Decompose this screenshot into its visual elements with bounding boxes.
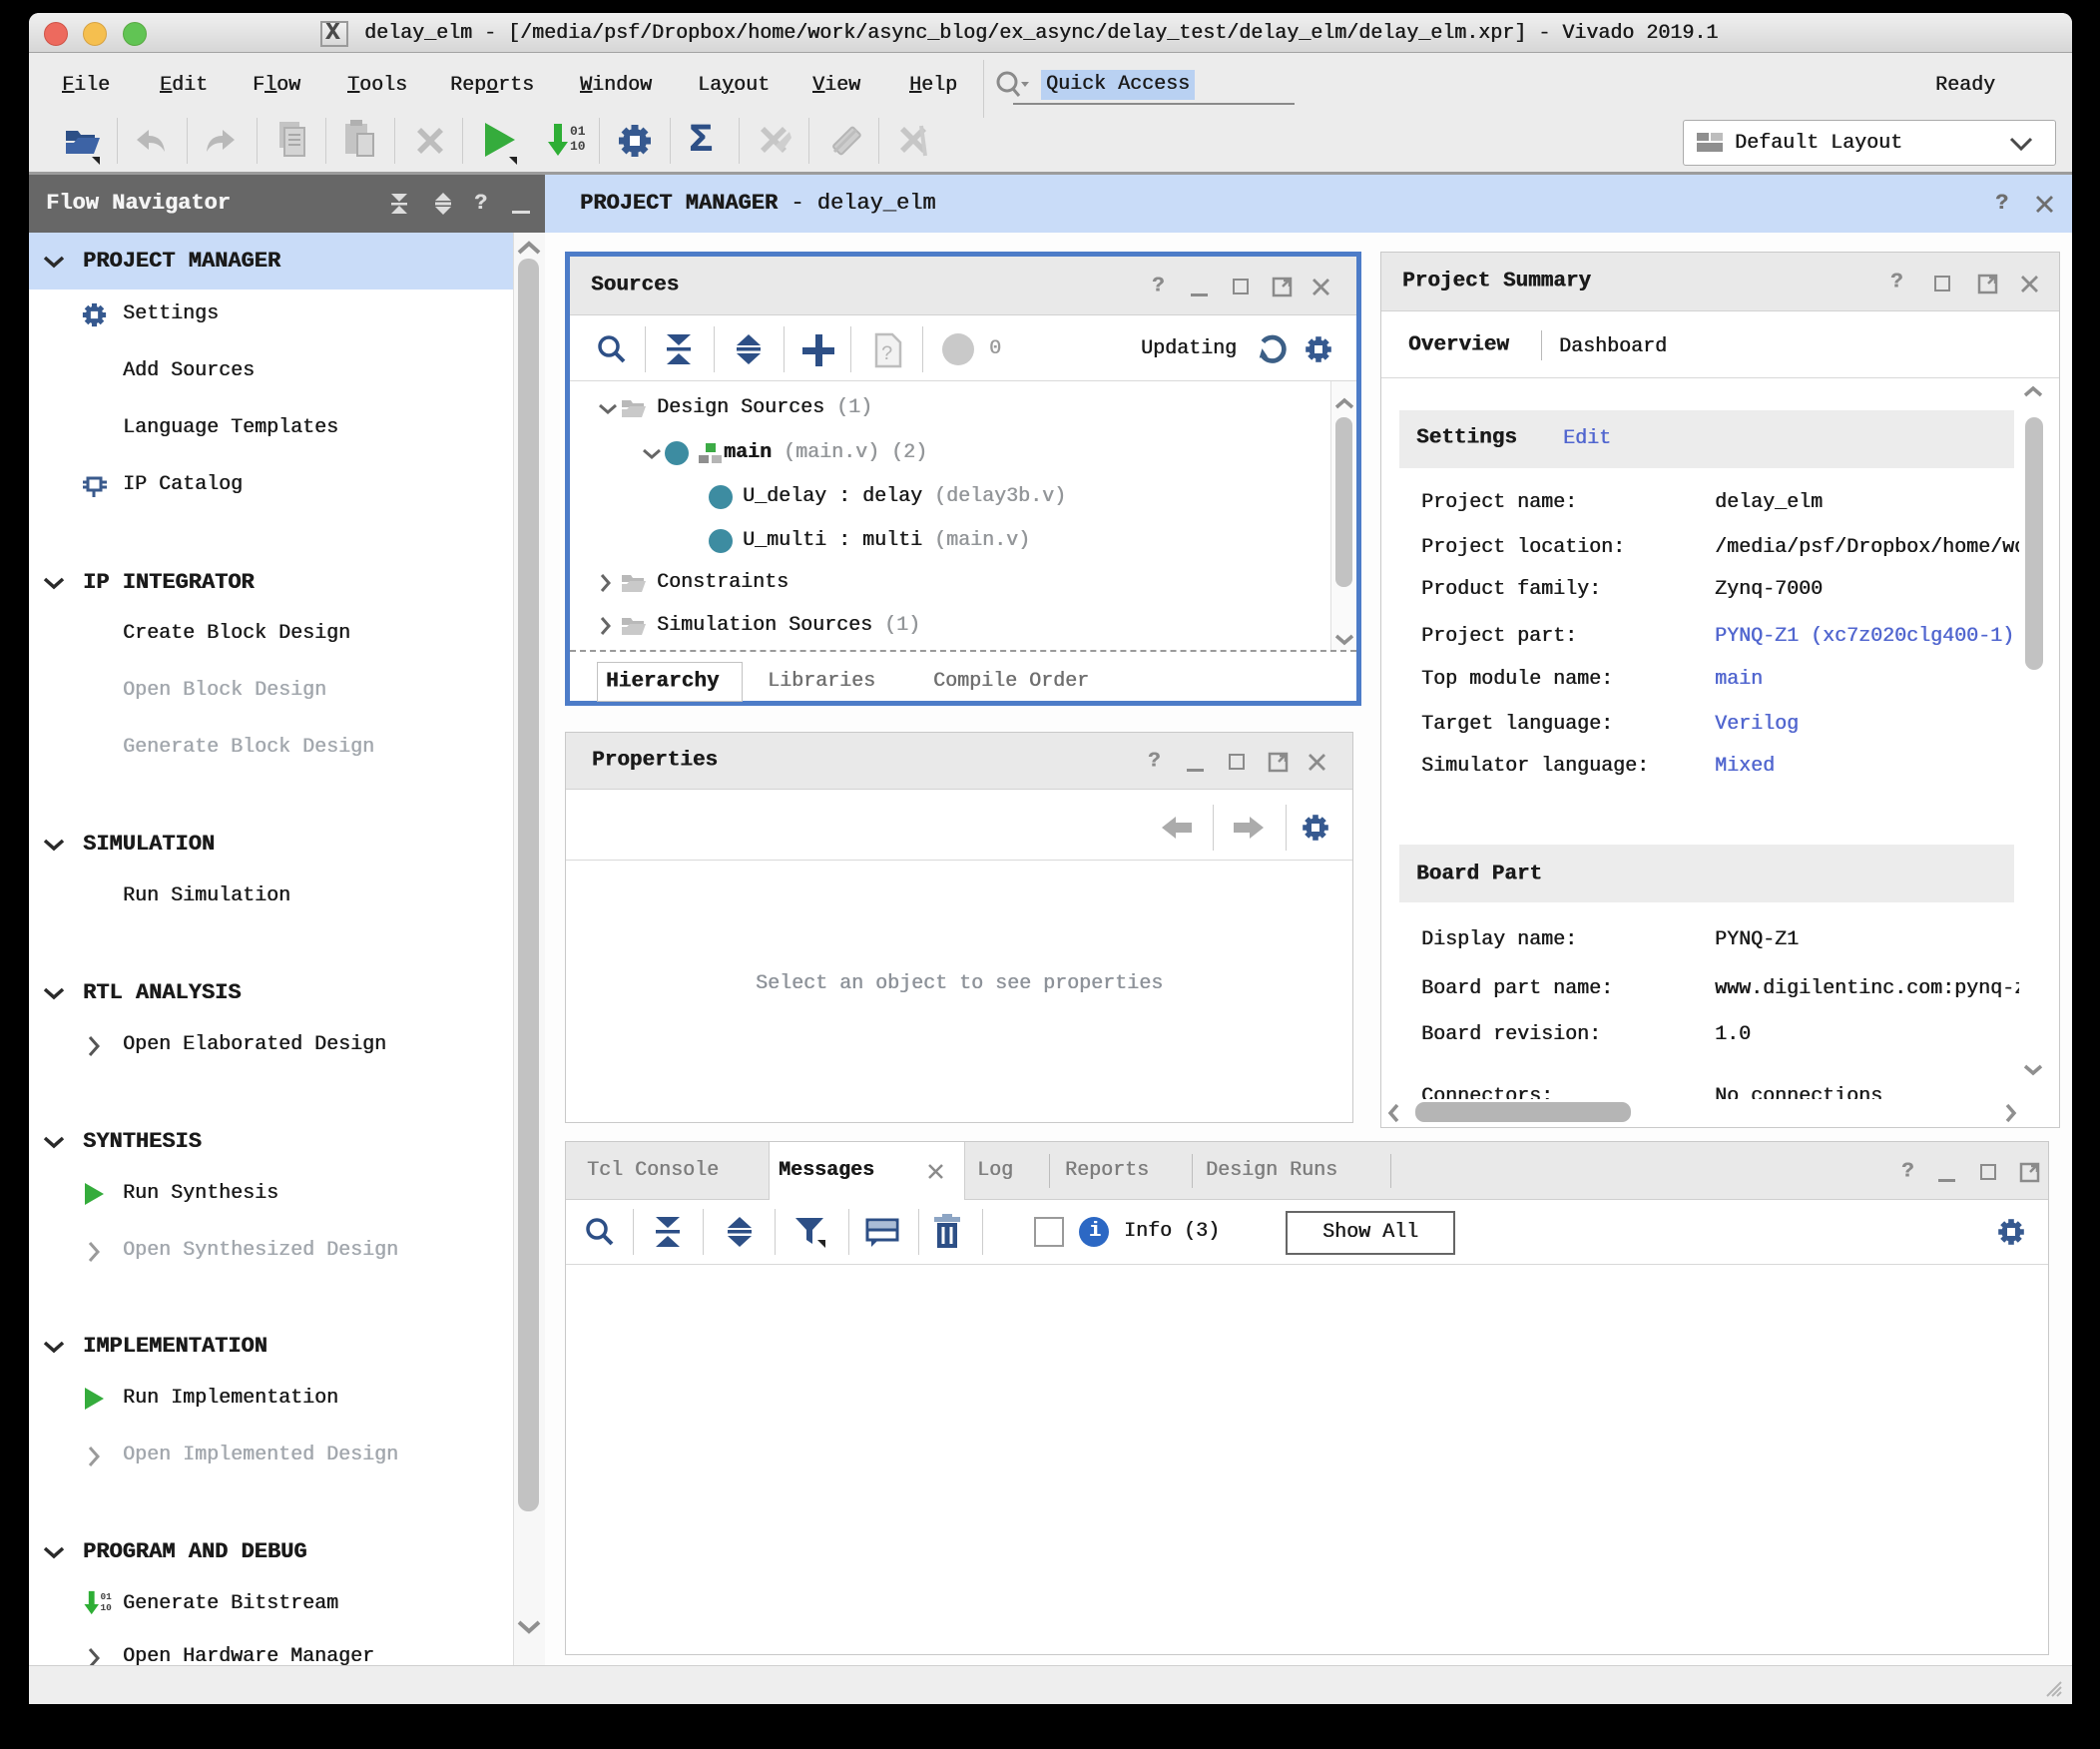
svg-text:10: 10 bbox=[100, 1602, 112, 1613]
svg-text:10: 10 bbox=[570, 139, 586, 154]
svg-text:01: 01 bbox=[100, 1591, 112, 1602]
svg-text:?: ? bbox=[881, 343, 893, 366]
svg-text:01: 01 bbox=[570, 124, 586, 139]
